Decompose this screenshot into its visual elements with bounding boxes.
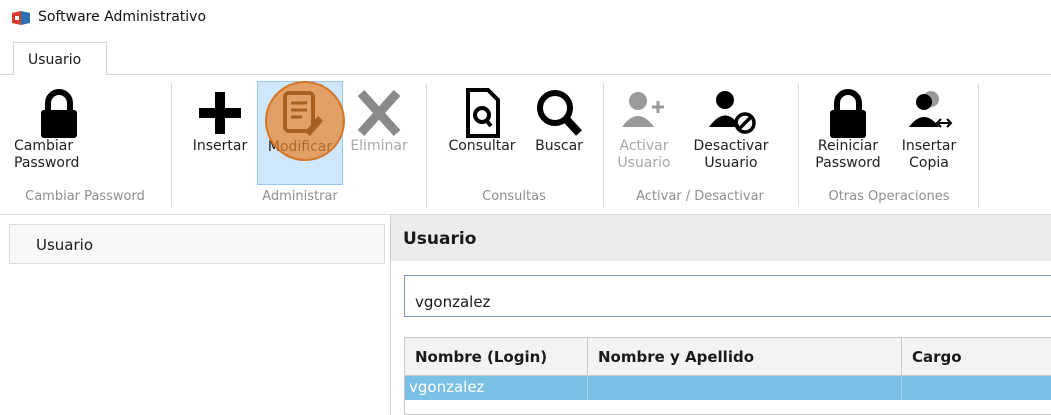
modificar-button[interactable]: Modificar xyxy=(257,81,343,185)
cell-login: vgonzalez xyxy=(409,378,485,396)
consultar-label: Consultar xyxy=(448,138,516,154)
plus-icon xyxy=(199,92,241,134)
table-row[interactable]: vgonzalez xyxy=(405,376,1051,400)
desactivar-usuario-label: Desactivar Usuario xyxy=(693,138,769,171)
navigation-panel: Usuario xyxy=(0,215,390,415)
cambiar-password-label: Cambiar Password xyxy=(14,138,80,171)
ribbon-separator xyxy=(798,83,799,207)
insertar-copia-label: Insertar Copia xyxy=(901,138,957,171)
users-table: Nombre (Login) Nombre y Apellido Cargo v… xyxy=(404,337,1051,415)
insertar-label: Insertar xyxy=(192,138,248,154)
user-block-icon xyxy=(709,91,756,134)
modificar-label: Modificar xyxy=(267,139,333,155)
panel-title: Usuario xyxy=(391,215,1051,261)
user-copy-icon xyxy=(909,91,953,128)
window-title: Software Administrativo xyxy=(38,9,207,25)
group-label-administrar: Administrar xyxy=(262,189,338,204)
search-input[interactable] xyxy=(404,275,1051,317)
desactivar-usuario-button[interactable]: Desactivar Usuario xyxy=(686,81,776,185)
magnifier-icon xyxy=(537,90,582,136)
title-bar: Software Administrativo xyxy=(0,0,1051,34)
group-label-consultas: Consultas xyxy=(482,189,546,204)
user-add-icon xyxy=(622,92,664,127)
x-icon xyxy=(357,89,401,137)
ribbon: Cambiar Password Cambiar Password Insert… xyxy=(0,75,1051,215)
table-header: Nombre (Login) Nombre y Apellido Cargo xyxy=(405,338,1051,376)
ribbon-separator xyxy=(978,83,979,207)
ribbon-separator xyxy=(603,83,604,207)
buscar-label: Buscar xyxy=(535,138,583,154)
insertar-copia-button[interactable]: Insertar Copia xyxy=(892,81,966,185)
eliminar-button[interactable]: Eliminar xyxy=(343,81,415,185)
group-label-otras-operaciones: Otras Operaciones xyxy=(828,189,950,204)
reiniciar-password-button[interactable]: Reiniciar Password xyxy=(808,81,888,185)
ribbon-separator xyxy=(171,83,172,207)
app-logo-icon xyxy=(12,11,30,25)
cell-cargo xyxy=(901,376,1051,400)
column-header-nombre-apellido[interactable]: Nombre y Apellido xyxy=(587,338,899,376)
main-panel: Usuario Nombre (Login) Nombre y Apellido… xyxy=(390,215,1051,415)
tab-usuario[interactable]: Usuario xyxy=(13,42,107,76)
ribbon-tab-strip: Usuario xyxy=(0,34,1051,76)
activar-usuario-button[interactable]: Activar Usuario xyxy=(612,81,676,185)
insertar-button[interactable]: Insertar xyxy=(185,81,255,185)
column-header-cargo[interactable]: Cargo xyxy=(901,338,1051,376)
document-search-icon xyxy=(466,88,500,138)
nav-item-usuario[interactable]: Usuario xyxy=(9,224,385,264)
lock-icon xyxy=(41,89,77,138)
lock-icon xyxy=(830,89,866,138)
eliminar-label: Eliminar xyxy=(350,138,408,154)
activar-usuario-label: Activar Usuario xyxy=(617,138,671,171)
group-label-activar-desactivar: Activar / Desactivar xyxy=(636,189,764,204)
cell-nombre-apellido xyxy=(587,376,901,400)
buscar-button[interactable]: Buscar xyxy=(526,81,592,185)
ribbon-separator xyxy=(426,83,427,207)
group-label-cambiar-password: Cambiar Password xyxy=(25,189,145,204)
consultar-button[interactable]: Consultar xyxy=(438,81,526,185)
edit-document-icon xyxy=(283,91,323,136)
cambiar-password-button[interactable]: Cambiar Password xyxy=(14,81,104,185)
column-header-login[interactable]: Nombre (Login) xyxy=(405,338,585,376)
reiniciar-password-label: Reiniciar Password xyxy=(815,138,881,171)
